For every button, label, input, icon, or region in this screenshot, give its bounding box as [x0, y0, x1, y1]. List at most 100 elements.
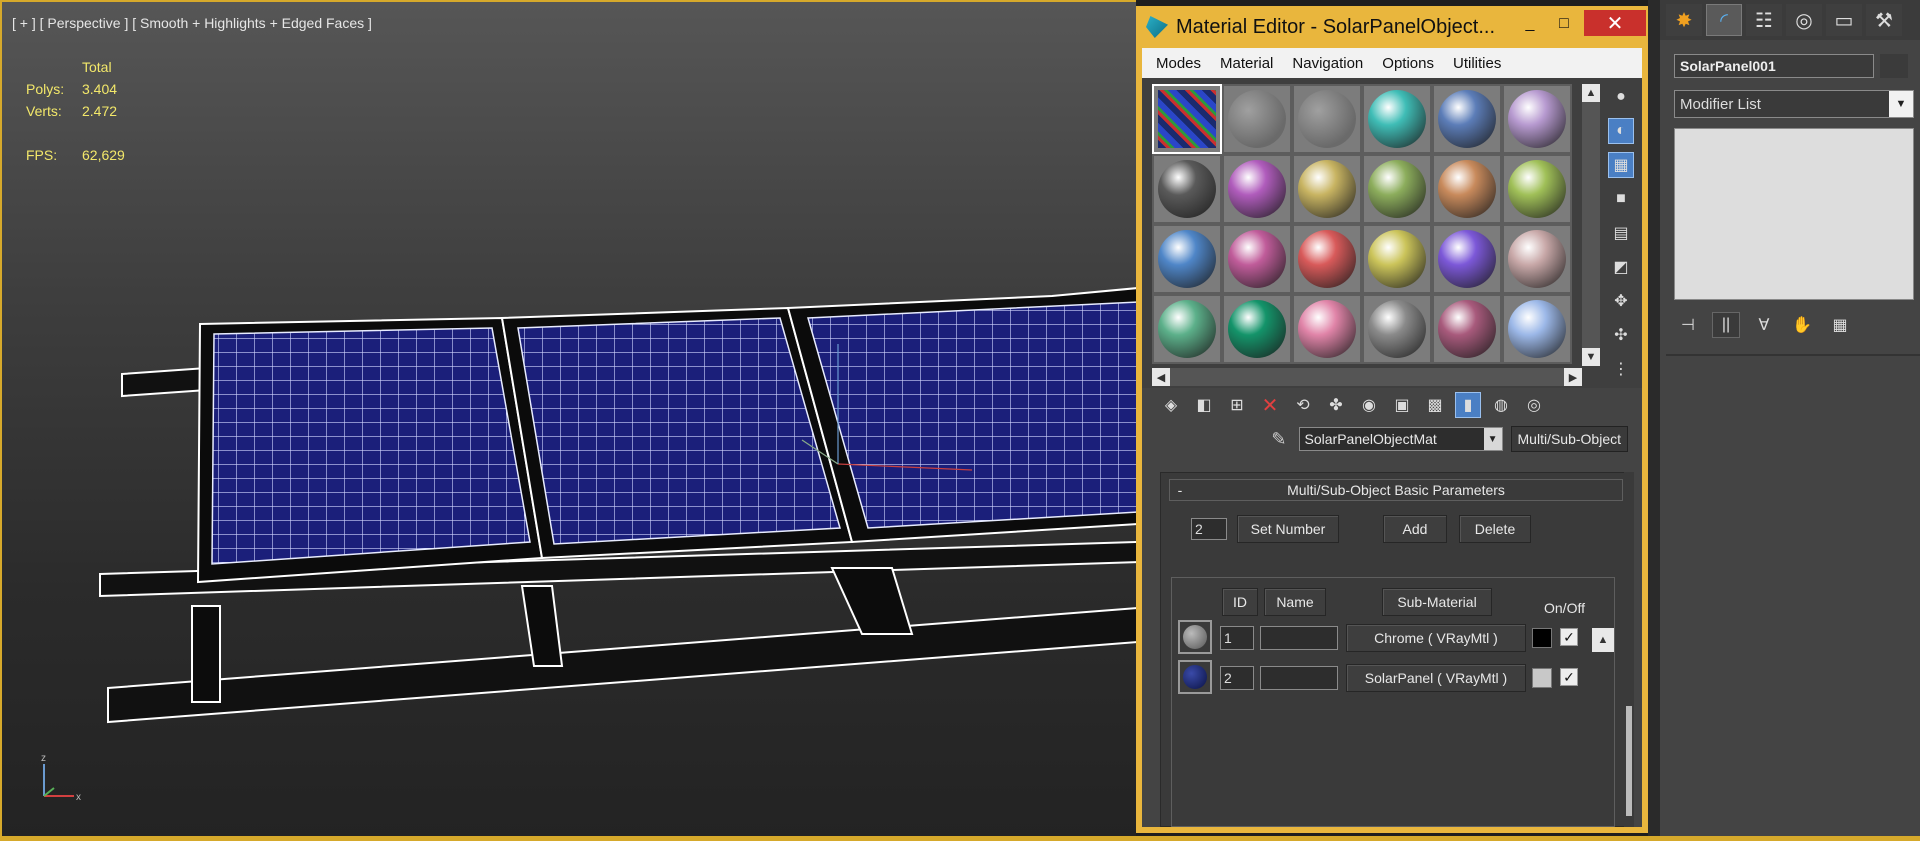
make-preview-icon[interactable]: ◩ [1608, 254, 1634, 280]
material-sample-slot[interactable] [1152, 154, 1222, 224]
sub-material-on-checkbox[interactable]: ✓ [1560, 668, 1578, 686]
go-to-parent-icon[interactable]: ▮ [1455, 392, 1481, 418]
menu-modes[interactable]: Modes [1156, 55, 1201, 72]
add-button[interactable]: Add [1383, 515, 1447, 543]
material-sample-slot[interactable] [1502, 84, 1572, 154]
menu-options[interactable]: Options [1382, 55, 1434, 72]
minimize-button[interactable]: _ [1516, 12, 1544, 36]
rollout-scrollbar[interactable] [1624, 472, 1634, 827]
material-type-button[interactable]: Multi/Sub-Object [1510, 426, 1628, 452]
backlight-icon[interactable]: ◐ [1608, 118, 1634, 144]
background-checker-icon[interactable]: ▦ [1608, 152, 1634, 178]
material-sample-slot[interactable] [1292, 224, 1362, 294]
sub-material-thumbnail[interactable] [1178, 660, 1212, 694]
sort-by-name-button[interactable]: Name [1264, 588, 1326, 616]
collapse-icon[interactable]: - [1170, 482, 1190, 498]
options-icon[interactable]: ✥ [1608, 288, 1634, 314]
sample-uv-tiling-icon[interactable]: ■ [1608, 186, 1634, 212]
material-sample-slot[interactable] [1152, 224, 1222, 294]
material-sample-slot[interactable] [1502, 224, 1572, 294]
eyedropper-icon[interactable]: ✎ [1271, 429, 1286, 450]
rollout-scroll-thumb[interactable] [1626, 706, 1632, 816]
sub-material-button[interactable]: Chrome ( VRayMtl ) [1346, 624, 1526, 652]
material-sample-slot[interactable] [1292, 154, 1362, 224]
number-of-materials-field[interactable]: 2 [1191, 518, 1227, 540]
create-tab-icon[interactable]: ✸ [1666, 4, 1702, 36]
material-sample-slot[interactable] [1222, 294, 1292, 364]
material-sample-slot[interactable] [1152, 84, 1222, 154]
show-shaded-icon[interactable]: ▣ [1389, 392, 1415, 418]
material-editor-titlebar[interactable]: Material Editor - SolarPanelObject... _ … [1136, 6, 1648, 48]
material-sample-slot[interactable] [1432, 84, 1502, 154]
material-sample-slot[interactable] [1222, 84, 1292, 154]
rollout-header[interactable]: - Multi/Sub-Object Basic Parameters [1169, 479, 1623, 501]
assign-to-selection-icon[interactable]: ⊞ [1224, 392, 1250, 418]
material-name-field[interactable]: SolarPanelObjectMat ▼ [1298, 427, 1503, 451]
material-sample-slot[interactable] [1362, 224, 1432, 294]
sub-material-color-swatch[interactable] [1532, 628, 1552, 648]
utilities-tab-icon[interactable]: ⚒ [1866, 4, 1902, 36]
scroll-right-icon[interactable]: ▶ [1564, 368, 1582, 386]
chevron-down-icon[interactable]: ▼ [1889, 91, 1913, 117]
select-by-material-icon[interactable]: ✣ [1608, 322, 1634, 348]
sub-material-thumbnail[interactable] [1178, 620, 1212, 654]
material-sample-slot[interactable] [1502, 294, 1572, 364]
material-sample-slot[interactable] [1362, 84, 1432, 154]
solar-panel-scene[interactable] [2, 2, 1136, 841]
material-sample-slot[interactable] [1222, 224, 1292, 294]
list-scroll-up-icon[interactable]: ▲ [1592, 628, 1614, 652]
perspective-viewport[interactable]: [ + ] [ Perspective ] [ Smooth + Highlig… [0, 0, 1136, 841]
modifier-stack[interactable] [1674, 128, 1914, 300]
display-tab-icon[interactable]: ▭ [1826, 4, 1862, 36]
reset-map-icon[interactable]: ✕ [1257, 392, 1283, 418]
maximize-button[interactable]: □ [1550, 12, 1578, 36]
sub-material-on-checkbox[interactable]: ✓ [1560, 628, 1578, 646]
object-color-swatch[interactable] [1880, 54, 1908, 78]
get-material-icon[interactable]: ◈ [1158, 392, 1184, 418]
pick-material-icon[interactable]: ◎ [1521, 392, 1547, 418]
scroll-left-icon[interactable]: ◀ [1152, 368, 1170, 386]
material-sample-slot[interactable] [1292, 84, 1362, 154]
put-to-library-icon[interactable]: ✤ [1323, 392, 1349, 418]
material-sample-slot[interactable] [1152, 294, 1222, 364]
go-forward-sibling-icon[interactable]: ◍ [1488, 392, 1514, 418]
material-sample-slot[interactable] [1362, 154, 1432, 224]
put-to-scene-icon[interactable]: ◧ [1191, 392, 1217, 418]
menu-utilities[interactable]: Utilities [1453, 55, 1501, 72]
video-color-check-icon[interactable]: ▤ [1608, 220, 1634, 246]
viewport-label[interactable]: [ + ] [ Perspective ] [ Smooth + Highlig… [12, 15, 372, 31]
object-name-field[interactable]: SolarPanel001 [1674, 54, 1874, 78]
material-sample-slot[interactable] [1502, 154, 1572, 224]
modifier-list-dropdown[interactable]: Modifier List ▼ [1674, 90, 1914, 118]
material-sample-slot[interactable] [1432, 154, 1502, 224]
pin-stack-icon[interactable]: ⊣ [1674, 312, 1702, 338]
show-end-result-icon[interactable]: ▩ [1422, 392, 1448, 418]
material-editor-window[interactable]: Material Editor - SolarPanelObject... _ … [1136, 6, 1648, 833]
sample-type-icon[interactable]: ● [1608, 84, 1634, 110]
sub-material-name-field[interactable] [1260, 626, 1338, 650]
show-end-result-icon[interactable]: || [1712, 312, 1740, 338]
material-sample-slot[interactable] [1432, 224, 1502, 294]
make-unique-icon[interactable]: ∀ [1750, 312, 1778, 338]
material-sample-slot[interactable] [1362, 294, 1432, 364]
material-sample-slot[interactable] [1222, 154, 1292, 224]
slots-horizontal-scrollbar[interactable]: ◀ ▶ [1152, 368, 1582, 386]
set-number-button[interactable]: Set Number [1237, 515, 1339, 543]
make-unique-icon[interactable]: ⟲ [1290, 392, 1316, 418]
close-button[interactable]: ✕ [1584, 10, 1646, 36]
menu-navigation[interactable]: Navigation [1292, 55, 1363, 72]
configure-modifier-sets-icon[interactable]: ▦ [1826, 312, 1854, 338]
motion-tab-icon[interactable]: ◎ [1786, 4, 1822, 36]
menu-material[interactable]: Material [1220, 55, 1273, 72]
remove-modifier-icon[interactable]: ✋ [1788, 312, 1816, 338]
material-sample-slot[interactable] [1292, 294, 1362, 364]
material-map-navigator-icon[interactable]: ⋮ [1608, 356, 1634, 382]
delete-button[interactable]: Delete [1459, 515, 1531, 543]
sub-material-button[interactable]: SolarPanel ( VRayMtl ) [1346, 664, 1526, 692]
sub-material-id-field[interactable]: 1 [1220, 626, 1254, 650]
modify-tab-icon[interactable]: ◜ [1706, 4, 1742, 36]
scroll-up-icon[interactable]: ▲ [1582, 84, 1600, 102]
material-sample-slot[interactable] [1432, 294, 1502, 364]
hierarchy-tab-icon[interactable]: ☷ [1746, 4, 1782, 36]
sort-by-id-button[interactable]: ID [1222, 588, 1258, 616]
